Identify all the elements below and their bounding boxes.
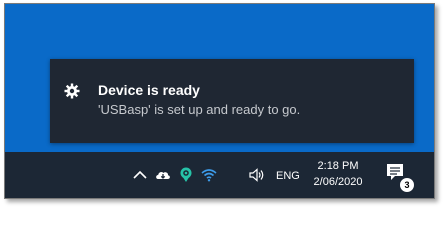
device-ready-notification[interactable]: Device is ready 'USBasp' is set up and r…	[50, 59, 414, 143]
notification-count-badge: 3	[399, 177, 415, 193]
screenshot-frame: Device is ready 'USBasp' is set up and r…	[4, 3, 435, 199]
gear-icon	[64, 83, 80, 99]
clock-time: 2:18 PM	[317, 160, 359, 172]
chevron-up-icon[interactable]	[131, 166, 149, 184]
desktop-background: Device is ready 'USBasp' is set up and r…	[5, 4, 434, 152]
volume-icon[interactable]	[248, 166, 266, 184]
notification-message: 'USBasp' is set up and ready to go.	[98, 102, 301, 117]
taskbar-clock[interactable]: 2:18 PM 2/06/2020	[308, 158, 368, 190]
wifi-icon[interactable]	[200, 166, 218, 184]
input-language[interactable]: ENG	[276, 170, 300, 182]
taskbar: ENG 2:18 PM 2/06/2020 3	[5, 152, 434, 198]
location-pin-icon[interactable]	[177, 166, 195, 184]
action-center-button[interactable]: 3	[385, 162, 415, 193]
onedrive-cloud-icon[interactable]	[154, 166, 172, 184]
clock-date: 2/06/2020	[313, 176, 363, 188]
notification-title: Device is ready	[98, 82, 200, 98]
